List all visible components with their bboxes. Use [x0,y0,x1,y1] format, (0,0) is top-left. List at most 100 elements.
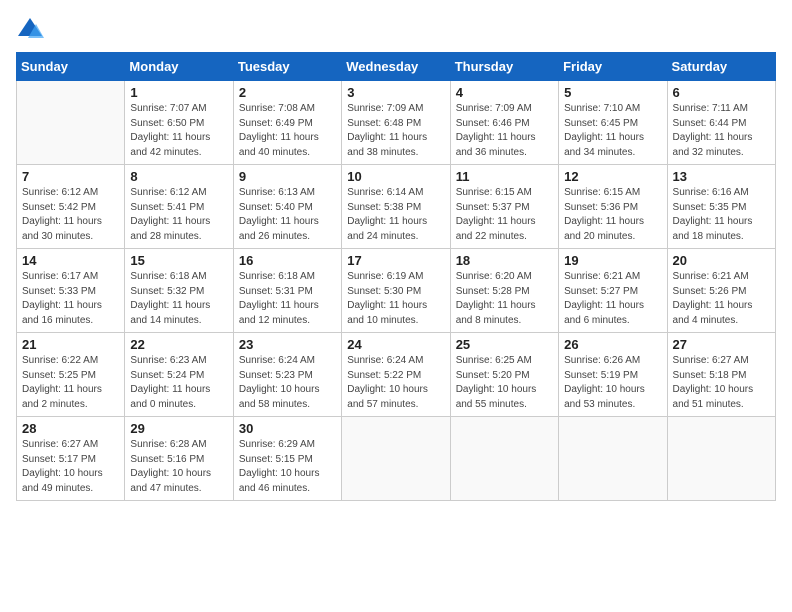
day-number: 22 [130,337,227,352]
day-number: 14 [22,253,119,268]
day-number: 16 [239,253,336,268]
day-info: Sunrise: 6:24 AM Sunset: 5:23 PM Dayligh… [239,354,336,412]
day-info: Sunrise: 6:21 AM Sunset: 5:27 PM Dayligh… [564,270,661,328]
day-number: 19 [564,253,661,268]
calendar-cell: 12Sunrise: 6:15 AM Sunset: 5:36 PM Dayli… [559,165,667,249]
day-number: 20 [673,253,770,268]
day-number: 23 [239,337,336,352]
day-info: Sunrise: 6:27 AM Sunset: 5:18 PM Dayligh… [673,354,770,412]
logo [16,16,48,44]
calendar-cell: 14 Sunrise: 6:17 AM Sunset: 5:33 PM Dayli… [17,249,125,333]
day-info: Sunrise: 7:09 AM Sunset: 6:48 PM Dayligh… [347,102,444,160]
day-info: Sunrise: 7:09 AM Sunset: 6:46 PM Dayligh… [456,102,553,160]
day-info: Sunrise: 6:13 AM Sunset: 5:40 PM Dayligh… [239,186,336,244]
day-info: Sunrise: 7:10 AM Sunset: 6:45 PM Dayligh… [564,102,661,160]
day-number: 4 [456,85,553,100]
day-info: Sunrise: 6:15 AM Sunset: 5:37 PM Dayligh… [456,186,553,244]
day-number: 27 [673,337,770,352]
day-number: 21 [22,337,119,352]
calendar-cell: 17 Sunrise: 6:19 AM Sunset: 5:30 PM Dayli… [342,249,450,333]
day-number: 26 [564,337,661,352]
calendar-cell: 9 Sunrise: 6:13 AM Sunset: 5:40 PM Daylig… [233,165,341,249]
calendar-cell: 16Sunrise: 6:18 AM Sunset: 5:31 PM Dayli… [233,249,341,333]
day-info: Sunrise: 6:27 AM Sunset: 5:17 PM Dayligh… [22,438,119,496]
calendar-cell: 24 Sunrise: 6:24 AM Sunset: 5:22 PM Dayli… [342,333,450,417]
calendar-header-sunday: Sunday [17,53,125,81]
day-number: 17 [347,253,444,268]
calendar-cell: 22 Sunrise: 6:23 AM Sunset: 5:24 PM Dayli… [125,333,233,417]
calendar-cell: 13Sunrise: 6:16 AM Sunset: 5:35 PM Dayli… [667,165,775,249]
calendar-cell: 23 Sunrise: 6:24 AM Sunset: 5:23 PM Dayli… [233,333,341,417]
day-number: 9 [239,169,336,184]
calendar-cell: 7 Sunrise: 6:12 AM Sunset: 5:42 PM Daylig… [17,165,125,249]
calendar-cell: 6 Sunrise: 7:11 AM Sunset: 6:44 PM Daylig… [667,81,775,165]
day-number: 13 [673,169,770,184]
calendar-cell: 11 Sunrise: 6:15 AM Sunset: 5:37 PM Dayli… [450,165,558,249]
calendar-table: SundayMondayTuesdayWednesdayThursdayFrid… [16,52,776,501]
calendar-cell [450,417,558,501]
calendar-header-wednesday: Wednesday [342,53,450,81]
calendar-header-monday: Monday [125,53,233,81]
calendar-header-friday: Friday [559,53,667,81]
day-number: 12 [564,169,661,184]
calendar-cell: 30Sunrise: 6:29 AM Sunset: 5:15 PM Dayli… [233,417,341,501]
calendar-week-1: 1Sunrise: 7:07 AM Sunset: 6:50 PM Daylig… [17,81,776,165]
calendar-cell [342,417,450,501]
calendar-cell: 4 Sunrise: 7:09 AM Sunset: 6:46 PM Daylig… [450,81,558,165]
calendar-cell: 2 Sunrise: 7:08 AM Sunset: 6:49 PM Daylig… [233,81,341,165]
calendar-week-5: 28Sunrise: 6:27 AM Sunset: 5:17 PM Dayli… [17,417,776,501]
logo-icon [16,16,44,44]
day-info: Sunrise: 6:12 AM Sunset: 5:41 PM Dayligh… [130,186,227,244]
page-header [16,16,776,44]
day-info: Sunrise: 7:11 AM Sunset: 6:44 PM Dayligh… [673,102,770,160]
calendar-cell: 21 Sunrise: 6:22 AM Sunset: 5:25 PM Dayli… [17,333,125,417]
day-number: 7 [22,169,119,184]
calendar-cell: 25 Sunrise: 6:25 AM Sunset: 5:20 PM Dayli… [450,333,558,417]
calendar-cell [17,81,125,165]
calendar-header-tuesday: Tuesday [233,53,341,81]
calendar-header-saturday: Saturday [667,53,775,81]
day-number: 15 [130,253,227,268]
day-number: 6 [673,85,770,100]
calendar-cell: 26 Sunrise: 6:26 AM Sunset: 5:19 PM Dayli… [559,333,667,417]
calendar-cell: 10 Sunrise: 6:14 AM Sunset: 5:38 PM Dayli… [342,165,450,249]
calendar-cell: 18Sunrise: 6:20 AM Sunset: 5:28 PM Dayli… [450,249,558,333]
calendar-cell: 20 Sunrise: 6:21 AM Sunset: 5:26 PM Dayli… [667,249,775,333]
day-info: Sunrise: 6:29 AM Sunset: 5:15 PM Dayligh… [239,438,336,496]
calendar-cell: 29Sunrise: 6:28 AM Sunset: 5:16 PM Dayli… [125,417,233,501]
day-number: 10 [347,169,444,184]
day-info: Sunrise: 7:07 AM Sunset: 6:50 PM Dayligh… [130,102,227,160]
day-info: Sunrise: 6:26 AM Sunset: 5:19 PM Dayligh… [564,354,661,412]
day-number: 11 [456,169,553,184]
day-info: Sunrise: 6:18 AM Sunset: 5:32 PM Dayligh… [130,270,227,328]
day-info: Sunrise: 6:21 AM Sunset: 5:26 PM Dayligh… [673,270,770,328]
day-number: 5 [564,85,661,100]
calendar-week-2: 7 Sunrise: 6:12 AM Sunset: 5:42 PM Daylig… [17,165,776,249]
day-number: 24 [347,337,444,352]
day-info: Sunrise: 6:22 AM Sunset: 5:25 PM Dayligh… [22,354,119,412]
calendar-cell: 19 Sunrise: 6:21 AM Sunset: 5:27 PM Dayli… [559,249,667,333]
calendar-cell: 15 Sunrise: 6:18 AM Sunset: 5:32 PM Dayli… [125,249,233,333]
calendar-cell [559,417,667,501]
calendar-header-row: SundayMondayTuesdayWednesdayThursdayFrid… [17,53,776,81]
day-info: Sunrise: 6:14 AM Sunset: 5:38 PM Dayligh… [347,186,444,244]
day-info: Sunrise: 6:25 AM Sunset: 5:20 PM Dayligh… [456,354,553,412]
calendar-cell: 1Sunrise: 7:07 AM Sunset: 6:50 PM Daylig… [125,81,233,165]
calendar-header-thursday: Thursday [450,53,558,81]
day-info: Sunrise: 6:12 AM Sunset: 5:42 PM Dayligh… [22,186,119,244]
calendar-week-4: 21 Sunrise: 6:22 AM Sunset: 5:25 PM Dayli… [17,333,776,417]
day-info: Sunrise: 7:08 AM Sunset: 6:49 PM Dayligh… [239,102,336,160]
day-info: Sunrise: 6:24 AM Sunset: 5:22 PM Dayligh… [347,354,444,412]
day-info: Sunrise: 6:19 AM Sunset: 5:30 PM Dayligh… [347,270,444,328]
calendar-cell: 27 Sunrise: 6:27 AM Sunset: 5:18 PM Dayli… [667,333,775,417]
day-number: 2 [239,85,336,100]
calendar-cell [667,417,775,501]
day-number: 3 [347,85,444,100]
calendar-cell: 3 Sunrise: 7:09 AM Sunset: 6:48 PM Daylig… [342,81,450,165]
day-info: Sunrise: 6:17 AM Sunset: 5:33 PM Dayligh… [22,270,119,328]
day-number: 25 [456,337,553,352]
day-number: 29 [130,421,227,436]
calendar-week-3: 14 Sunrise: 6:17 AM Sunset: 5:33 PM Dayli… [17,249,776,333]
calendar-cell: 5 Sunrise: 7:10 AM Sunset: 6:45 PM Daylig… [559,81,667,165]
day-info: Sunrise: 6:23 AM Sunset: 5:24 PM Dayligh… [130,354,227,412]
